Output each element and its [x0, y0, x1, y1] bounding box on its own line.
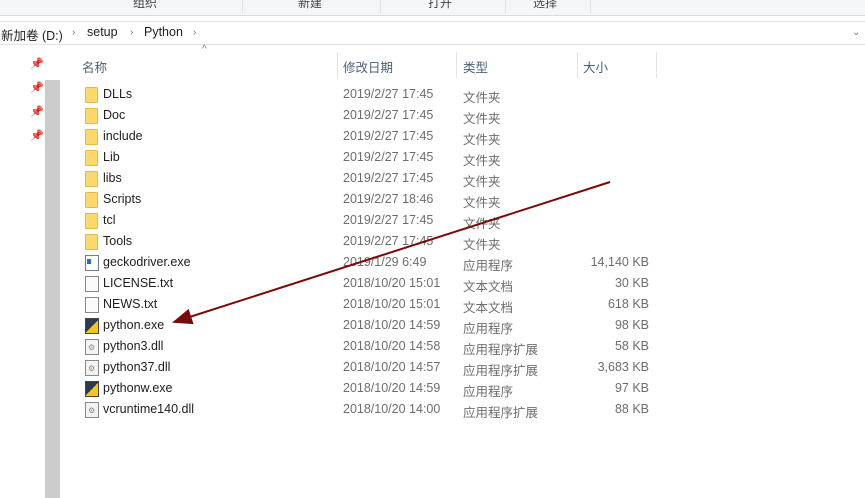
- arrow-line: [172, 181, 611, 325]
- annotation-arrow: [172, 181, 611, 325]
